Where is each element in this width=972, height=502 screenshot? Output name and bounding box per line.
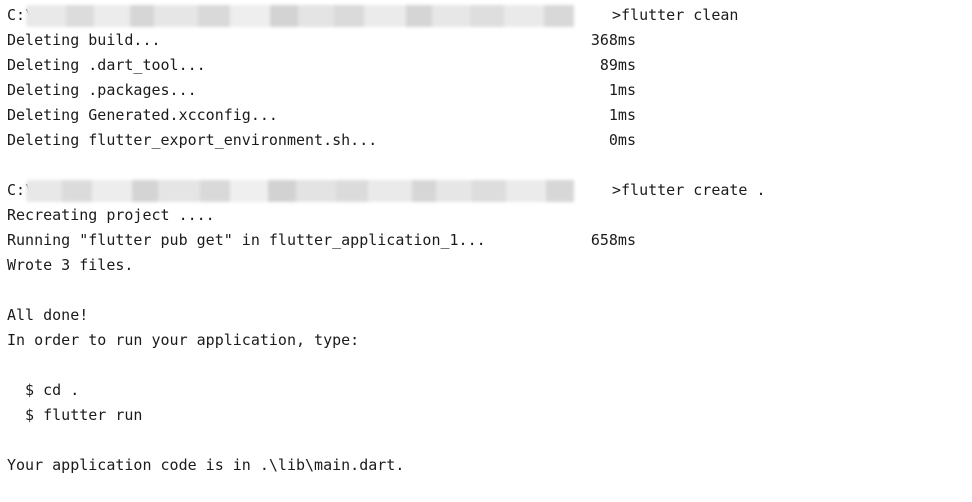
recreating-line: Recreating project .... — [7, 206, 215, 224]
terminal-output: C:\ >flutter clean Deleting build... 368… — [0, 0, 972, 502]
cd-command-line: $ cd . — [7, 381, 80, 399]
prompt-command: >flutter create . — [612, 181, 766, 199]
deleting-line: Deleting Generated.xcconfig... — [7, 106, 278, 124]
deleting-line: Deleting .packages... — [7, 81, 197, 99]
run-command-line: $ flutter run — [7, 406, 143, 424]
main-location-line: Your application code is in .\lib\main.d… — [7, 456, 405, 474]
deleting-time: 89ms — [599, 56, 636, 74]
deleting-time: 1ms — [608, 106, 636, 124]
pub-get-line: Running "flutter pub get" in flutter_app… — [7, 231, 486, 249]
deleting-line: Deleting flutter_export_environment.sh..… — [7, 131, 378, 149]
deleting-time: 1ms — [608, 81, 636, 99]
prompt-command: >flutter clean — [612, 6, 739, 24]
pub-get-time: 658ms — [590, 231, 636, 249]
all-done-line: All done! — [7, 306, 89, 324]
instructions-line: In order to run your application, type: — [7, 331, 360, 349]
deleting-time: 368ms — [590, 31, 636, 49]
deleting-line: Deleting .dart_tool... — [7, 56, 206, 74]
wrote-files-line: Wrote 3 files. — [7, 256, 134, 274]
redacted-path-blur — [26, 180, 614, 202]
redacted-path-blur — [26, 5, 614, 27]
deleting-line: Deleting build... — [7, 31, 161, 49]
deleting-time: 0ms — [608, 131, 636, 149]
